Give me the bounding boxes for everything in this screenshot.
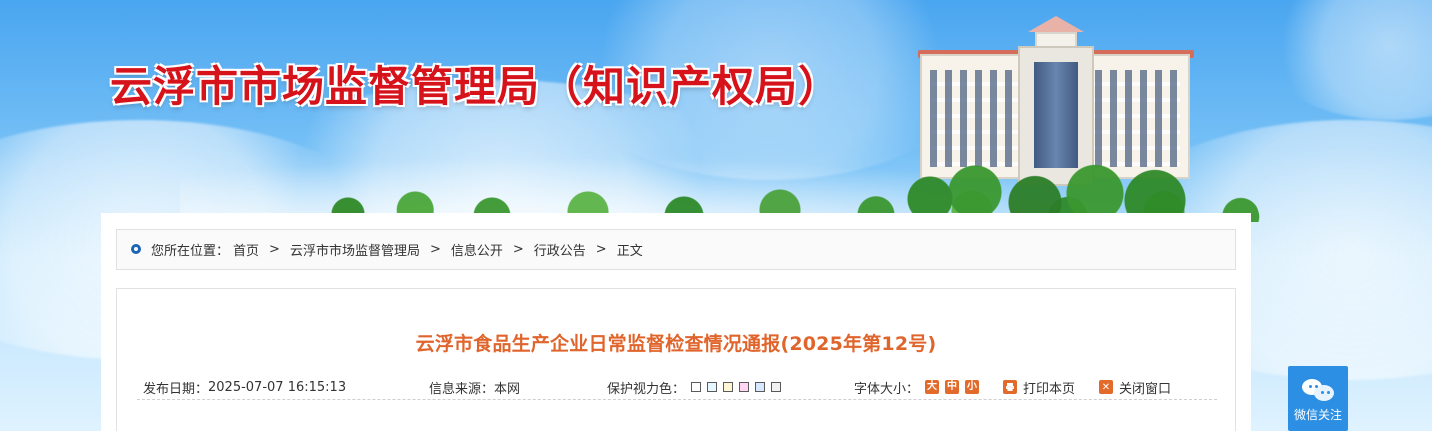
print-icon xyxy=(1003,380,1017,394)
wechat-follow-label: 微信关注 xyxy=(1293,407,1342,422)
print-label: 打印本页 xyxy=(1023,381,1076,397)
wechat-follow-button[interactable]: 微信关注 xyxy=(1288,366,1348,431)
breadcrumb-current: 正文 xyxy=(616,244,643,259)
eye-color-swatch-4[interactable] xyxy=(739,382,750,392)
print-page[interactable]: 打印本页 xyxy=(1003,375,1075,399)
breadcrumb-bureau[interactable]: 云浮市市场监督管理局 xyxy=(290,240,420,259)
eye-color-swatch-1[interactable] xyxy=(691,382,702,392)
roof-peak xyxy=(1028,16,1084,32)
article-meta-bar: 发布日期： 2025-07-07 16:15:13 信息来源： 本网 保护视力色… xyxy=(137,375,1217,400)
eye-protection-colors: 保护视力色： xyxy=(607,375,782,399)
info-source-value: 本网 xyxy=(494,381,521,397)
eye-color-swatch-2[interactable] xyxy=(707,382,718,392)
wechat-eye xyxy=(1315,384,1318,388)
breadcrumb-home[interactable]: 首页 xyxy=(233,240,259,259)
eye-color-swatch-6[interactable] xyxy=(771,382,782,392)
font-size-medium-button[interactable]: 中 xyxy=(945,380,960,394)
breadcrumb-separator: > xyxy=(429,242,441,257)
cloud-decoration xyxy=(1260,0,1432,120)
font-size-label: 字体大小： xyxy=(854,381,920,397)
eye-protection-label: 保护视力色： xyxy=(607,381,686,397)
font-size-small-button[interactable]: 小 xyxy=(965,380,980,394)
close-window-label: 关闭窗口 xyxy=(1119,381,1172,397)
breadcrumb-prefix: 您所在位置： xyxy=(151,244,230,259)
breadcrumb-separator: > xyxy=(512,242,524,257)
eye-color-swatch-3[interactable] xyxy=(723,382,734,392)
publish-date-value: 2025-07-07 16:15:13 xyxy=(208,379,347,395)
wechat-icon xyxy=(1300,377,1336,403)
building-illustration xyxy=(900,10,1200,220)
close-window[interactable]: ✕ 关闭窗口 xyxy=(1099,375,1171,399)
font-size-controls: 字体大小： 大 中 小 xyxy=(854,375,980,399)
building-trees xyxy=(900,150,1200,220)
breadcrumb-info-public[interactable]: 信息公开 xyxy=(451,240,503,259)
location-pin-icon xyxy=(131,243,141,254)
content-panel: 您所在位置： 首页 > 云浮市市场监督管理局 > 信息公开 > 行政公告 > 正… xyxy=(101,213,1251,431)
info-source: 信息来源： 本网 xyxy=(429,375,520,399)
breadcrumb-separator: > xyxy=(595,242,607,257)
breadcrumb-separator: > xyxy=(269,242,280,257)
breadcrumb-admin-notice[interactable]: 行政公告 xyxy=(534,240,586,259)
wechat-eye xyxy=(1321,390,1324,394)
publish-date-label: 发布日期： xyxy=(143,381,209,397)
info-source-label: 信息来源： xyxy=(429,381,495,397)
wechat-eye xyxy=(1309,384,1312,388)
site-title: 云浮市市场监督管理局（知识产权局） xyxy=(110,62,842,111)
eye-color-swatch-5[interactable] xyxy=(755,382,766,392)
article-card: 云浮市食品生产企业日常监督检查情况通报(2025年第12号) 发布日期： 202… xyxy=(116,288,1236,431)
wechat-eye xyxy=(1327,390,1330,394)
close-window-icon: ✕ xyxy=(1099,380,1113,394)
publish-date: 发布日期： 2025-07-07 16:15:13 xyxy=(143,375,346,399)
breadcrumb: 您所在位置： 首页 > 云浮市市场监督管理局 > 信息公开 > 行政公告 > 正… xyxy=(116,229,1236,270)
font-size-large-button[interactable]: 大 xyxy=(925,380,940,394)
article-title: 云浮市食品生产企业日常监督检查情况通报(2025年第12号) xyxy=(415,333,937,355)
